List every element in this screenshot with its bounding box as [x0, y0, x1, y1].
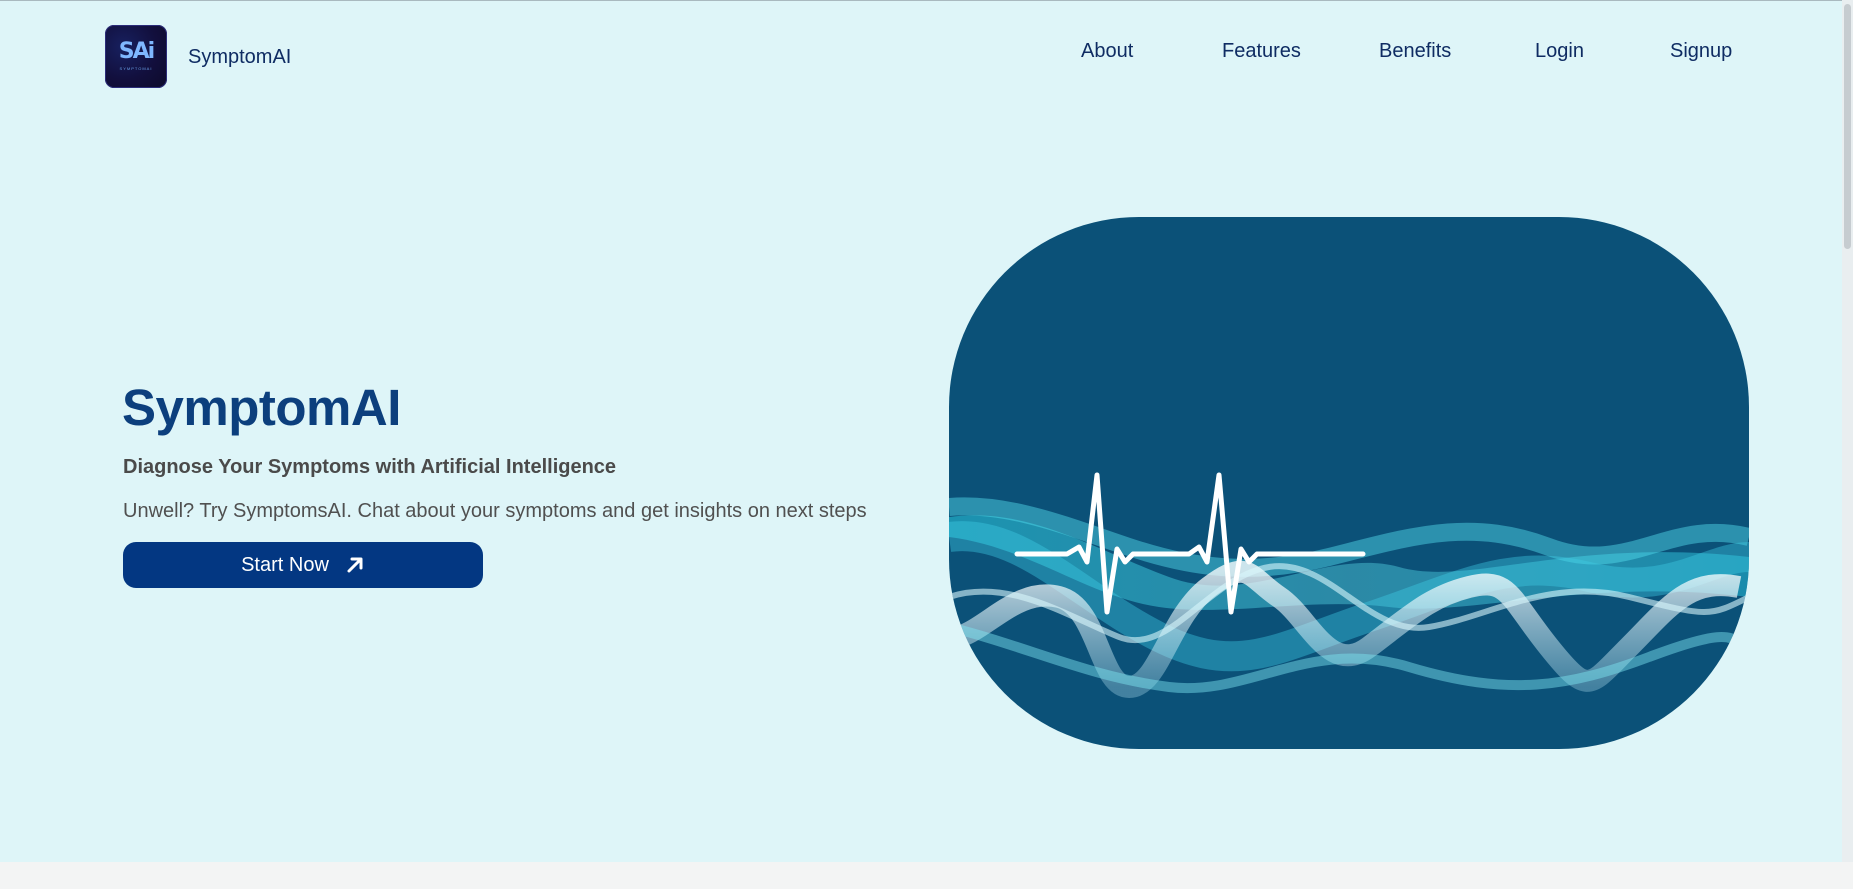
- start-now-label: Start Now: [241, 553, 329, 576]
- arrow-up-right-icon: [345, 555, 365, 575]
- nav-benefits[interactable]: Benefits: [1379, 40, 1451, 63]
- scrollbar-thumb[interactable]: [1844, 4, 1851, 249]
- hero-description: Unwell? Try SymptomsAI. Chat about your …: [123, 500, 867, 522]
- hero-section: SAi SYMPTOMAI SymptomAI About Features B…: [0, 0, 1853, 862]
- page: SAi SYMPTOMAI SymptomAI About Features B…: [0, 0, 1853, 889]
- start-now-button[interactable]: Start Now: [123, 542, 483, 588]
- nav-features[interactable]: Features: [1222, 40, 1301, 63]
- logo[interactable]: SAi SYMPTOMAI: [105, 25, 167, 88]
- scrollbar-track[interactable]: [1842, 0, 1853, 862]
- top-divider: [0, 0, 1853, 1]
- nav-about[interactable]: About: [1081, 40, 1133, 63]
- nav-login[interactable]: Login: [1535, 40, 1584, 63]
- hero-subtitle: Diagnose Your Symptoms with Artificial I…: [123, 456, 617, 478]
- nav-signup[interactable]: Signup: [1670, 40, 1732, 63]
- logo-text: SAi: [118, 39, 155, 64]
- brand-name[interactable]: SymptomAI: [188, 46, 291, 69]
- logo-subtext: SYMPTOMAI: [119, 66, 153, 71]
- heartbeat-wave-illustration: [949, 217, 1749, 749]
- hero-title: SymptomAI: [122, 379, 401, 436]
